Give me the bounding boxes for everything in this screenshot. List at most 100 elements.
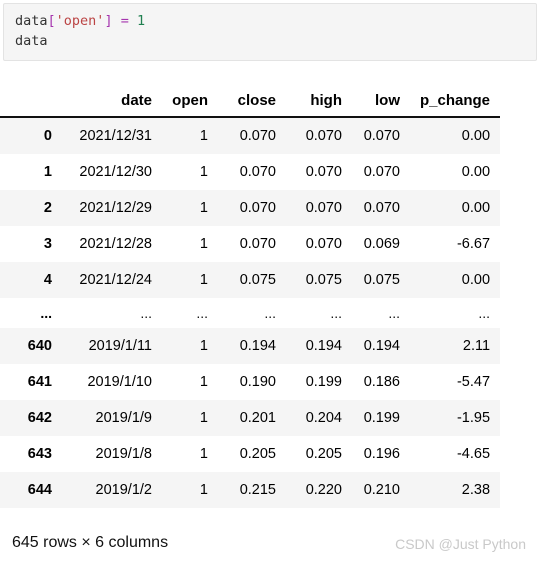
cell-date: 2019/1/10 [87,374,152,390]
column-header-high: high [286,88,352,118]
code-token-name: data [15,13,48,29]
cell-close: 0.194 [239,338,276,354]
cell-high: 0.199 [305,374,342,390]
cell-open: 1 [199,410,208,426]
cell-open: 1 [199,446,208,462]
row-index-cell: 640 [27,338,52,354]
cell-close: 0.070 [239,236,276,252]
row-index-cell: 2 [43,200,52,216]
table-row: 1 2021/12/30 1 0.070 0.070 0.070 0.00 [0,154,501,190]
cell-low: 0.199 [363,410,400,426]
cell-date: 2021/12/28 [79,236,152,252]
cell-high: ... [330,305,342,321]
cell-p-change: ... [478,305,491,321]
watermark-label: CSDN @Just Python [395,536,526,552]
table-row: 642 2019/1/9 1 0.201 0.204 0.199 -1.95 [0,400,501,436]
table-row: 3 2021/12/28 1 0.070 0.070 0.069 -6.67 [0,226,501,262]
cell-date: 2019/1/11 [88,338,152,354]
cell-high: 0.205 [305,446,342,462]
cell-high: 0.070 [305,128,342,144]
table-row: 643 2019/1/8 1 0.205 0.205 0.196 -4.65 [0,436,501,472]
cell-close: ... [264,305,276,321]
cell-p-change: 0.00 [461,200,491,216]
cell-p-change: 2.38 [461,482,491,498]
header-row: date open close high low p_change [0,88,501,118]
code-token-punct: ] [104,13,113,29]
cell-low: 0.186 [363,374,400,390]
code-token-punct: [ [47,13,56,29]
row-index-cell: 644 [27,482,52,498]
dataframe-body: 0 2021/12/31 1 0.070 0.070 0.070 0.00 1 2021/12/… [0,117,501,508]
table-row: 641 2019/1/10 1 0.190 0.199 0.186 -5.47 [0,364,501,400]
row-index-cell: 3 [43,236,52,252]
row-index-cell: 641 [27,374,52,390]
cell-date: ... [140,305,152,321]
cell-p-change: -5.47 [456,374,491,390]
column-header-close: close [218,88,286,118]
column-header-p-change: p_change [410,88,501,118]
table-row: 4 2021/12/24 1 0.075 0.075 0.075 0.00 [0,262,501,298]
row-index-cell: 643 [27,446,52,462]
cell-p-change: 0.00 [461,164,491,180]
column-header-open: open [162,88,218,118]
cell-low: 0.194 [363,338,400,354]
cell-high: 0.194 [305,338,342,354]
cell-open: 1 [199,482,208,498]
cell-high: 0.204 [305,410,342,426]
code-token-str: 'open' [55,13,105,29]
cell-low: 0.075 [363,272,400,288]
cell-close: 0.201 [239,410,276,426]
dataframe-shape-label: 645 rows × 6 columns [12,534,169,551]
cell-open: ... [196,305,208,321]
cell-open: 1 [199,272,208,288]
cell-p-change: -6.67 [456,236,491,252]
code-token-name [129,13,137,29]
table-row: 640 2019/1/11 1 0.194 0.194 0.194 2.11 [0,328,501,364]
table-row: 644 2019/1/2 1 0.215 0.220 0.210 2.38 [0,472,501,508]
cell-low: 0.070 [363,128,400,144]
cell-close: 0.215 [239,482,276,498]
cell-high: 0.070 [305,200,342,216]
cell-date: 2021/12/29 [79,200,152,216]
code-token-name: data [15,33,48,49]
dataframe-output: date open close high low p_change 0 2021/… [0,88,540,508]
cell-date: 2019/1/9 [95,410,152,426]
row-index-cell: ... [40,305,52,321]
cell-high: 0.075 [305,272,342,288]
code-token-num: 1 [137,13,146,29]
cell-date: 2021/12/31 [79,128,152,144]
code-line-1: data['open'] = 1 [15,11,536,31]
cell-close: 0.190 [239,374,276,390]
cell-low: 0.196 [363,446,400,462]
cell-open: 1 [199,338,208,354]
cell-date: 2021/12/30 [79,164,152,180]
cell-date: 2021/12/24 [79,272,152,288]
row-index-cell: 1 [43,164,52,180]
cell-close: 0.070 [239,164,276,180]
code-token-name [113,13,121,29]
row-index-cell: 642 [27,410,52,426]
cell-low: 0.210 [363,482,400,498]
cell-close: 0.205 [239,446,276,462]
cell-low: 0.070 [363,164,400,180]
cell-date: 2019/1/2 [95,482,152,498]
code-input-cell[interactable]: data['open'] = 1 data [3,3,537,61]
cell-close: 0.070 [239,200,276,216]
cell-high: 0.070 [305,164,342,180]
cell-p-change: 0.00 [461,128,491,144]
table-row-ellipsis: ..................... [0,298,501,328]
cell-date: 2019/1/8 [95,446,152,462]
cell-close: 0.075 [239,272,276,288]
code-line-2: data [15,31,536,51]
table-row: 2 2021/12/29 1 0.070 0.070 0.070 0.00 [0,190,501,226]
cell-open: 1 [199,374,208,390]
cell-close: 0.070 [239,128,276,144]
cell-low: ... [388,305,400,321]
cell-high: 0.220 [305,482,342,498]
cell-low: 0.070 [363,200,400,216]
column-header-low: low [352,88,410,118]
cell-p-change: 2.11 [462,338,491,354]
cell-p-change: -1.95 [456,410,491,426]
column-header-date: date [62,88,162,118]
cell-open: 1 [199,236,208,252]
